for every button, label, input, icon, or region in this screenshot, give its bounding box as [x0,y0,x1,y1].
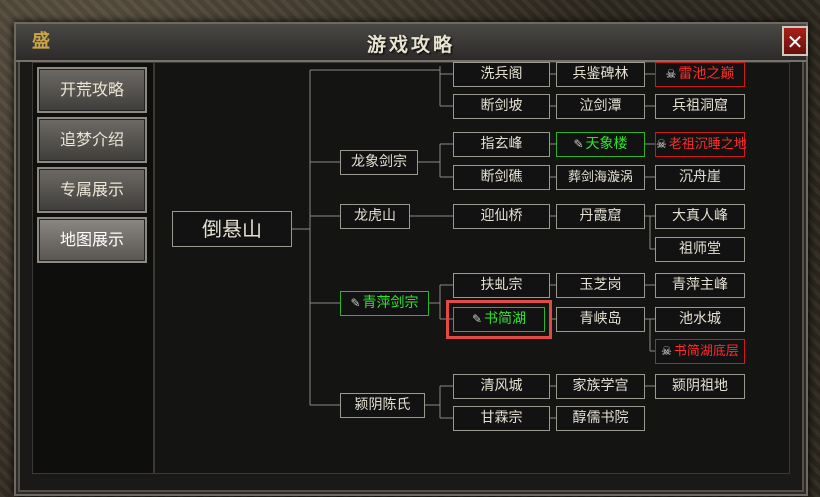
close-button[interactable]: ✕ [782,26,808,56]
map-node-leichizhidian[interactable]: ☠ 雷池之巅 [655,62,745,87]
map-node-ganlinzong[interactable]: 甘霖宗 [453,406,550,431]
scroll-icon: ✎ [573,137,584,151]
map-node-duanjianjiao[interactable]: 断剑礁 [453,165,550,190]
map-node-zhixuanfeng[interactable]: 指玄峰 [453,132,550,157]
map-node-duanjianpo[interactable]: 断剑坡 [453,94,550,119]
map-node-chunrushuyuan[interactable]: 醇儒书院 [556,406,645,431]
map-node-fuyouzong[interactable]: 扶虬宗 [453,273,550,298]
map-node-shujianhu-label: 书简湖 [484,311,527,327]
map-node-shujianhudiceng[interactable]: ☠ 书简湖底层 [655,339,745,364]
map-node-qingfengcheng[interactable]: 清风城 [453,374,550,399]
sidebar-item-ditu[interactable]: 地图展示 [37,217,147,263]
map-node-chenzhouya[interactable]: 沉舟崖 [655,165,745,190]
region-qingping-label: 青萍剑宗 [362,295,419,311]
sidebar-item-zhuanshu[interactable]: 专属展示 [37,167,147,213]
map-node-chishuicheng[interactable]: 池水城 [655,307,745,332]
scroll-icon: ✎ [471,312,483,326]
region-longhu[interactable]: 龙虎山 [340,204,410,229]
map-node-zangjianhai[interactable]: 葬剑海漩涡 [556,165,645,190]
sidebar-item-zhuimeng[interactable]: 追梦介绍 [37,117,147,163]
map-node-tianxianglou[interactable]: ✎ 天象楼 [556,132,645,157]
map-node-danxiaku[interactable]: 丹霞窟 [556,204,645,229]
region-qingping[interactable]: ✎ 青萍剑宗 [340,291,429,316]
map-node-bingzudongku[interactable]: 兵祖洞窟 [655,94,745,119]
map-node-tianxianglou-label: 天象楼 [585,136,628,152]
map-node-leichizhidian-label: 雷池之巅 [678,66,735,82]
window-title: 游戏攻略 [366,34,455,56]
map-node-shujianhu[interactable]: ✎ 书简湖 [446,300,552,339]
title-bar: 盛 游戏攻略 ✕ [16,24,808,62]
map-node-qingpingzhufeng[interactable]: 青萍主峰 [655,273,745,298]
sidebar-item-kaihuang[interactable]: 开荒攻略 [37,67,147,113]
map-node-yingyinzudi[interactable]: 颍阴祖地 [655,374,745,399]
skull-icon: ☠ [656,137,667,151]
map-node-laozuchenshui[interactable]: ☠ 老祖沉睡之地 [655,132,747,157]
region-longxiang[interactable]: 龙象剑宗 [340,150,418,175]
map-node-qingxiadao[interactable]: 青峡岛 [556,307,645,332]
map-node-yingxianqiao[interactable]: 迎仙桥 [453,204,550,229]
map-node-laozuchenshui-label: 老祖沉睡之地 [668,137,747,152]
skull-icon: ☠ [665,67,677,81]
map-node-shujianhudiceng-label: 书简湖底层 [673,344,739,359]
skull-icon: ☠ [661,344,672,358]
sidebar: 开荒攻略 追梦介绍 专属展示 地图展示 [32,62,154,474]
map-node-yuzhigang[interactable]: 玉芝岗 [556,273,645,298]
map-node-dazhenrenfeng[interactable]: 大真人峰 [655,204,745,229]
map-node-bingjianbeilin[interactable]: 兵鉴碑林 [556,62,645,87]
region-yingyin[interactable]: 颍阴陈氏 [340,393,425,418]
map-node-xibingge[interactable]: 洗兵阁 [453,62,550,87]
map-node-zushitang[interactable]: 祖师堂 [655,237,745,262]
map-node-qijiantan[interactable]: 泣剑潭 [556,94,645,119]
map-node-jiazuxuegong[interactable]: 家族学宫 [556,374,645,399]
scroll-icon: ✎ [350,296,361,310]
map-root-daoxuanshan[interactable]: 倒悬山 [172,211,292,247]
